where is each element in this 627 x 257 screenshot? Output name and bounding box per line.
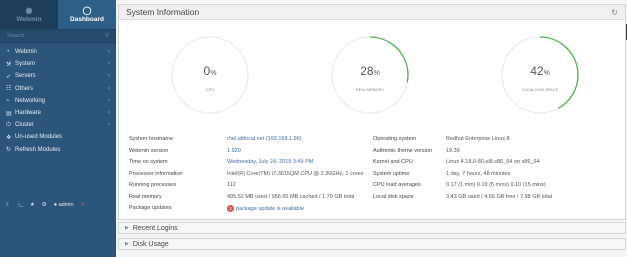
sidebar-menu: ◔ Webmin ‹ ⚒ System ‹ ➶ Servers ‹ ☷ Others ‹ ⌁ Networ… bbox=[0, 46, 116, 156]
gauge-label: LOCAL DISK SPACE bbox=[521, 88, 559, 92]
info-table: System hostname rhel.attlocal.net (192.16… bbox=[119, 130, 625, 222]
sidebar-item-label: Refresh Modules bbox=[15, 146, 61, 153]
chevron-left-icon: ‹ bbox=[108, 110, 110, 117]
info-value: 19.36 bbox=[446, 147, 460, 154]
info-value: 0.17 (1 min) 0.19 (5 mins) 0.10 (15 mins… bbox=[446, 182, 546, 188]
gauge-value: 42% bbox=[530, 64, 550, 78]
package-update-link[interactable]: 1 package update is available bbox=[227, 205, 304, 212]
sidebar-item-hardware[interactable]: ▤ Hardware ‹ bbox=[0, 107, 116, 119]
server-icon: ▤ bbox=[6, 110, 12, 117]
gauge-value: 28% bbox=[360, 64, 380, 78]
user-menu[interactable]: ● admin bbox=[54, 202, 74, 208]
sidebar-item-system[interactable]: ⚒ System ‹ bbox=[0, 58, 116, 70]
info-key: Operating system bbox=[373, 136, 417, 142]
info-key: Processor information bbox=[129, 170, 183, 177]
refresh-icon: ↻ bbox=[6, 147, 12, 154]
sidebar-item-label: Networking bbox=[15, 97, 46, 104]
sidebar-item-networking[interactable]: ⌁ Networking ‹ bbox=[0, 95, 116, 107]
terminal-icon[interactable]: ›_ bbox=[18, 202, 23, 208]
info-key: Local disk space bbox=[373, 193, 414, 200]
recent-logins-section[interactable]: ▶ Recent Logins bbox=[118, 222, 626, 234]
sidebar-item-label: Un-used Modules bbox=[15, 134, 63, 141]
sidebar-item-servers[interactable]: ➶ Servers ‹ bbox=[0, 70, 116, 82]
gauges-row: 0% CPU 28% REAL MEMORY 42% LOCAL DISK SPACE bbox=[119, 20, 625, 130]
chevron-left-icon: ‹ bbox=[108, 85, 110, 92]
webmin-tab[interactable]: ◉ Webmin bbox=[0, 0, 58, 29]
info-key: System uptime bbox=[373, 170, 410, 177]
panel-header[interactable]: System Information ↻ bbox=[119, 5, 625, 20]
settings-icon[interactable]: ⚙ bbox=[42, 202, 47, 208]
info-value[interactable]: 1.920 bbox=[227, 148, 241, 154]
sidebar-item-label: Others bbox=[15, 85, 34, 92]
sidebar: ◉ Webmin ◯ Dashboard Search ⚲ ◔ Webmin ‹ ⚒ S… bbox=[0, 0, 116, 257]
info-value: 112 bbox=[227, 182, 236, 188]
chevron-left-icon: ‹ bbox=[108, 97, 110, 104]
info-key: Real memory bbox=[129, 193, 162, 200]
system-information-panel: System Information ↻ 0% CPU 28% REAL MEMORY… bbox=[118, 4, 626, 220]
sidebar-item-label: Hardware bbox=[15, 110, 42, 117]
gauge-label: CPU bbox=[206, 88, 214, 92]
search-input[interactable]: Search ⚲ bbox=[0, 29, 116, 43]
gauge-local-disk-space: 42% LOCAL DISK SPACE bbox=[501, 36, 579, 114]
info-key: Running processes bbox=[129, 182, 177, 188]
gauge-icon: ◔ bbox=[6, 49, 10, 56]
info-value: 495.52 MB used / 956.65 MB cached / 1.79… bbox=[227, 193, 355, 200]
chevron-left-icon: ‹ bbox=[108, 122, 110, 129]
logout-icon[interactable]: ✕ bbox=[81, 202, 86, 208]
chevron-left-icon: ‹ bbox=[108, 73, 110, 80]
moon-icon[interactable]: ☾ bbox=[6, 202, 11, 208]
chevron-left-icon: ‹ bbox=[108, 61, 110, 68]
power-icon: ⏻ bbox=[6, 121, 11, 128]
network-icon: ⌁ bbox=[6, 98, 10, 105]
puzzle-icon: ❖ bbox=[6, 134, 12, 141]
gauge-label: REAL MEMORY bbox=[356, 88, 384, 92]
sidebar-item-label: Webmin bbox=[15, 49, 37, 56]
star-icon[interactable]: ★ bbox=[30, 202, 35, 208]
file-icon: ☷ bbox=[6, 86, 12, 93]
sidebar-item-others[interactable]: ☷ Others ‹ bbox=[0, 83, 116, 95]
dashboard-icon: ◯ bbox=[82, 5, 92, 15]
sidebar-item-un-used-modules[interactable]: ❖ Un-used Modules bbox=[0, 131, 116, 143]
info-value: Redhat Enterprise Linux 8 bbox=[446, 136, 510, 142]
info-key: Time on system bbox=[129, 159, 168, 165]
info-key: Webmin version bbox=[129, 147, 169, 154]
info-value: 1 day, 7 hours, 48 minutes bbox=[446, 170, 511, 177]
sidebar-footer: ☾ ›_ ★ ⚙ ● admin ✕ bbox=[0, 198, 116, 212]
info-key: CPU load averages bbox=[373, 182, 421, 188]
gauge-real-memory: 28% REAL MEMORY bbox=[331, 36, 409, 114]
info-key: Kernel and CPU bbox=[373, 159, 413, 165]
sidebar-item-label: Cluster bbox=[15, 122, 35, 129]
product-switch: ◉ Webmin ◯ Dashboard bbox=[0, 0, 116, 29]
refresh-icon[interactable]: ↻ bbox=[611, 8, 618, 17]
disk-usage-section[interactable]: ▶ Disk Usage bbox=[118, 238, 626, 250]
rocket-icon: ➶ bbox=[6, 73, 12, 80]
wrench-icon: ⚒ bbox=[6, 61, 12, 68]
info-value: Intel(R) Core(TM) i7-3615QM CPU @ 2.30GH… bbox=[227, 170, 364, 177]
info-key: System hostname bbox=[129, 136, 174, 142]
gauge-cpu: 0% CPU bbox=[171, 36, 249, 114]
sidebar-item-label: Servers bbox=[15, 73, 36, 80]
panel-title: System Information bbox=[126, 7, 200, 17]
main-content: System Information ↻ 0% CPU 28% REAL MEMORY… bbox=[118, 4, 626, 257]
sidebar-item-label: System bbox=[15, 61, 36, 68]
info-value: 3.43 GB used / 4.56 GB free / 7.98 GB to… bbox=[446, 193, 553, 200]
sidebar-item-webmin[interactable]: ◔ Webmin ‹ bbox=[0, 46, 116, 58]
user-icon: ● bbox=[53, 202, 58, 208]
webmin-logo-icon: ◉ bbox=[25, 5, 33, 15]
sidebar-item-refresh-modules[interactable]: ↻ Refresh Modules bbox=[0, 144, 116, 156]
info-value[interactable]: rhel.attlocal.net (192.168.1.96) bbox=[227, 136, 302, 142]
caret-right-icon: ▶ bbox=[125, 225, 129, 231]
dashboard-tab[interactable]: ◯ Dashboard bbox=[58, 0, 116, 29]
info-value: Linux 4.18.0-80.el8.x86_64 on x86_64 bbox=[446, 159, 540, 165]
chevron-left-icon: ‹ bbox=[108, 49, 110, 56]
search-icon: ⚲ bbox=[104, 33, 109, 39]
update-count-badge: 1 bbox=[227, 205, 234, 212]
sidebar-item-cluster[interactable]: ⏻ Cluster ‹ bbox=[0, 119, 116, 131]
caret-right-icon: ▶ bbox=[125, 241, 129, 247]
info-key: Authentic theme version bbox=[373, 147, 433, 154]
info-key: Package updates bbox=[129, 205, 172, 211]
info-value[interactable]: Wednesday, July 24, 2019 3:49 PM bbox=[227, 159, 313, 165]
gauge-value: 0% bbox=[203, 64, 217, 78]
